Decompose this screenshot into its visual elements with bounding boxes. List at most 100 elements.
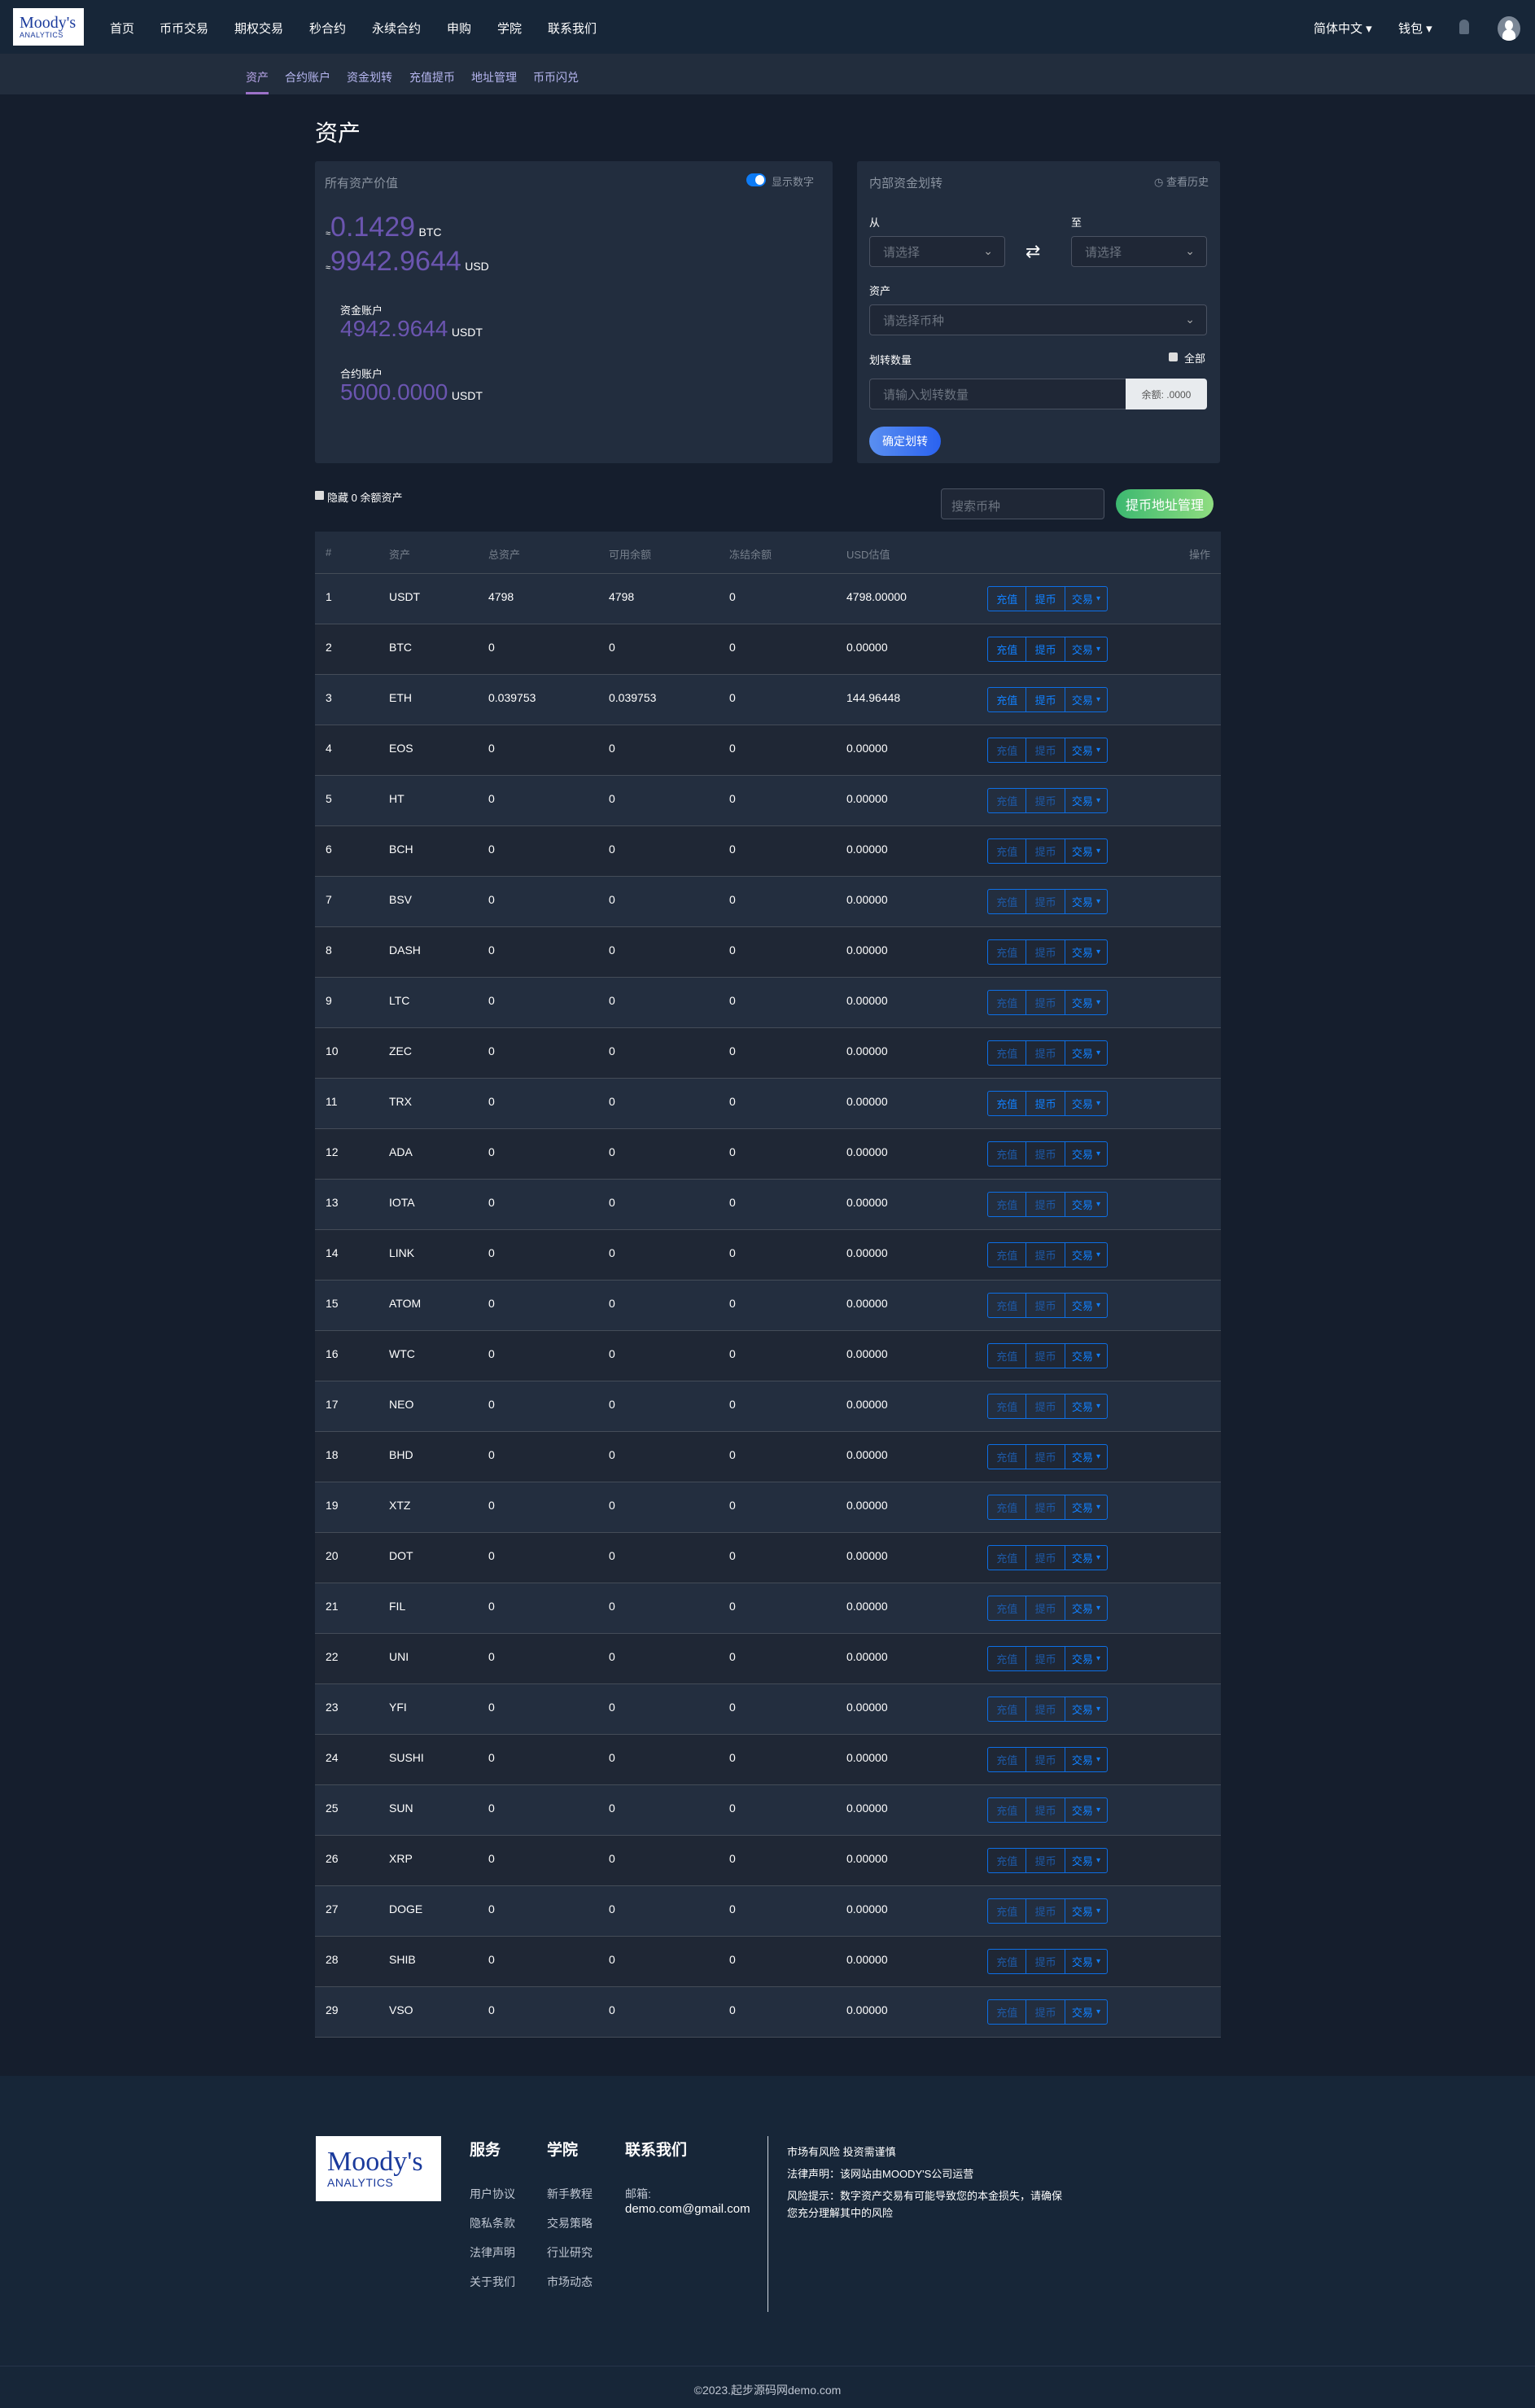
deposit-button[interactable]: 充值 bbox=[988, 1495, 1027, 1519]
withdraw-button[interactable]: 提币 bbox=[1026, 2000, 1065, 2024]
swap-icon[interactable]: ⇄ bbox=[1026, 241, 1040, 262]
withdraw-button[interactable]: 提币 bbox=[1026, 1193, 1065, 1216]
trade-dropdown-button[interactable]: 交易 ▾ bbox=[1065, 2000, 1107, 2024]
deposit-button[interactable]: 充值 bbox=[988, 1798, 1027, 1822]
trade-dropdown-button[interactable]: 交易 ▾ bbox=[1065, 1394, 1107, 1418]
trade-dropdown-button[interactable]: 交易 ▾ bbox=[1065, 839, 1107, 863]
trade-dropdown-button[interactable]: 交易 ▾ bbox=[1065, 1546, 1107, 1570]
wallet-dropdown[interactable]: 钱包 ▾ bbox=[1398, 20, 1432, 37]
all-checkbox[interactable] bbox=[1169, 352, 1178, 361]
footer-link[interactable]: 隐私条款 bbox=[470, 2215, 515, 2231]
trade-dropdown-button[interactable]: 交易 ▾ bbox=[1065, 1647, 1107, 1670]
nav-perpetual[interactable]: 永续合约 bbox=[372, 20, 421, 37]
withdraw-button[interactable]: 提币 bbox=[1026, 637, 1065, 661]
deposit-button[interactable]: 充值 bbox=[988, 688, 1027, 711]
subnav-contract-account[interactable]: 合约账户 bbox=[285, 69, 330, 85]
deposit-button[interactable]: 充值 bbox=[988, 991, 1027, 1014]
deposit-button[interactable]: 充值 bbox=[988, 890, 1027, 913]
withdraw-button[interactable]: 提币 bbox=[1026, 940, 1065, 964]
deposit-button[interactable]: 充值 bbox=[988, 1546, 1027, 1570]
deposit-button[interactable]: 充值 bbox=[988, 1647, 1027, 1670]
deposit-button[interactable]: 充值 bbox=[988, 1193, 1027, 1216]
trade-dropdown-button[interactable]: 交易 ▾ bbox=[1065, 1193, 1107, 1216]
withdraw-button[interactable]: 提币 bbox=[1026, 1849, 1065, 1872]
withdraw-button[interactable]: 提币 bbox=[1026, 1394, 1065, 1418]
withdraw-button[interactable]: 提币 bbox=[1026, 1495, 1065, 1519]
hide-zero-checkbox[interactable] bbox=[315, 491, 324, 500]
deposit-button[interactable]: 充值 bbox=[988, 637, 1027, 661]
language-dropdown[interactable]: 简体中文 ▾ bbox=[1314, 20, 1372, 37]
withdraw-address-button[interactable]: 提币地址管理 bbox=[1116, 489, 1214, 519]
withdraw-button[interactable]: 提币 bbox=[1026, 789, 1065, 812]
deposit-button[interactable]: 充值 bbox=[988, 1697, 1027, 1721]
trade-dropdown-button[interactable]: 交易 ▾ bbox=[1065, 1294, 1107, 1317]
show-numbers-toggle[interactable] bbox=[746, 173, 766, 186]
deposit-button[interactable]: 充值 bbox=[988, 1041, 1027, 1065]
subnav-flash-swap[interactable]: 币币闪兑 bbox=[533, 69, 579, 85]
withdraw-button[interactable]: 提币 bbox=[1026, 1798, 1065, 1822]
footer-link[interactable]: 交易策略 bbox=[547, 2215, 593, 2231]
deposit-button[interactable]: 充值 bbox=[988, 940, 1027, 964]
withdraw-button[interactable]: 提币 bbox=[1026, 738, 1065, 762]
deposit-button[interactable]: 充值 bbox=[988, 1950, 1027, 1973]
trade-dropdown-button[interactable]: 交易 ▾ bbox=[1065, 1344, 1107, 1368]
deposit-button[interactable]: 充值 bbox=[988, 1596, 1027, 1620]
nav-second-contract[interactable]: 秒合约 bbox=[309, 20, 346, 37]
trade-dropdown-button[interactable]: 交易 ▾ bbox=[1065, 1899, 1107, 1923]
nav-options[interactable]: 期权交易 bbox=[234, 20, 283, 37]
nav-contact[interactable]: 联系我们 bbox=[548, 20, 597, 37]
trade-dropdown-button[interactable]: 交易 ▾ bbox=[1065, 1596, 1107, 1620]
footer-link[interactable]: 关于我们 bbox=[470, 2274, 515, 2290]
deposit-button[interactable]: 充值 bbox=[988, 1899, 1027, 1923]
subnav-address[interactable]: 地址管理 bbox=[471, 69, 517, 85]
trade-dropdown-button[interactable]: 交易 ▾ bbox=[1065, 1748, 1107, 1771]
footer-link[interactable]: 法律声明 bbox=[470, 2244, 515, 2261]
trade-dropdown-button[interactable]: 交易 ▾ bbox=[1065, 1495, 1107, 1519]
withdraw-button[interactable]: 提币 bbox=[1026, 1899, 1065, 1923]
nav-home[interactable]: 首页 bbox=[110, 20, 134, 37]
withdraw-button[interactable]: 提币 bbox=[1026, 1596, 1065, 1620]
asset-select[interactable]: 请选择币种 ⌄ bbox=[869, 304, 1207, 335]
trade-dropdown-button[interactable]: 交易 ▾ bbox=[1065, 1849, 1107, 1872]
withdraw-button[interactable]: 提币 bbox=[1026, 688, 1065, 711]
withdraw-button[interactable]: 提币 bbox=[1026, 1697, 1065, 1721]
nav-subscribe[interactable]: 申购 bbox=[447, 20, 471, 37]
deposit-button[interactable]: 充值 bbox=[988, 1748, 1027, 1771]
deposit-button[interactable]: 充值 bbox=[988, 1445, 1027, 1469]
footer-link[interactable]: 用户协议 bbox=[470, 2186, 515, 2202]
avatar[interactable] bbox=[1498, 16, 1520, 41]
logo[interactable]: Moody's ANALYTICS bbox=[13, 8, 84, 46]
deposit-button[interactable]: 充值 bbox=[988, 1243, 1027, 1267]
trade-dropdown-button[interactable]: 交易 ▾ bbox=[1065, 688, 1107, 711]
trade-dropdown-button[interactable]: 交易 ▾ bbox=[1065, 991, 1107, 1014]
trade-dropdown-button[interactable]: 交易 ▾ bbox=[1065, 1142, 1107, 1166]
withdraw-button[interactable]: 提币 bbox=[1026, 587, 1065, 611]
withdraw-button[interactable]: 提币 bbox=[1026, 991, 1065, 1014]
withdraw-button[interactable]: 提币 bbox=[1026, 1142, 1065, 1166]
amount-input[interactable]: 请输入划转数量 bbox=[869, 379, 1126, 409]
subnav-fund-transfer[interactable]: 资金划转 bbox=[347, 69, 392, 85]
deposit-button[interactable]: 充值 bbox=[988, 587, 1027, 611]
deposit-button[interactable]: 充值 bbox=[988, 1142, 1027, 1166]
withdraw-button[interactable]: 提币 bbox=[1026, 1243, 1065, 1267]
deposit-button[interactable]: 充值 bbox=[988, 2000, 1027, 2024]
withdraw-button[interactable]: 提币 bbox=[1026, 1294, 1065, 1317]
view-history-link[interactable]: ◷ 查看历史 bbox=[1154, 173, 1209, 189]
deposit-button[interactable]: 充值 bbox=[988, 1849, 1027, 1872]
trade-dropdown-button[interactable]: 交易 ▾ bbox=[1065, 637, 1107, 661]
trade-dropdown-button[interactable]: 交易 ▾ bbox=[1065, 940, 1107, 964]
deposit-button[interactable]: 充值 bbox=[988, 1092, 1027, 1115]
withdraw-button[interactable]: 提币 bbox=[1026, 1950, 1065, 1973]
withdraw-button[interactable]: 提币 bbox=[1026, 890, 1065, 913]
trade-dropdown-button[interactable]: 交易 ▾ bbox=[1065, 587, 1107, 611]
footer-link[interactable]: 新手教程 bbox=[547, 2186, 593, 2202]
footer-link[interactable]: 行业研究 bbox=[547, 2244, 593, 2261]
withdraw-button[interactable]: 提币 bbox=[1026, 1041, 1065, 1065]
withdraw-button[interactable]: 提币 bbox=[1026, 1748, 1065, 1771]
trade-dropdown-button[interactable]: 交易 ▾ bbox=[1065, 789, 1107, 812]
trade-dropdown-button[interactable]: 交易 ▾ bbox=[1065, 1950, 1107, 1973]
withdraw-button[interactable]: 提币 bbox=[1026, 1445, 1065, 1469]
footer-link[interactable]: 市场动态 bbox=[547, 2274, 593, 2290]
trade-dropdown-button[interactable]: 交易 ▾ bbox=[1065, 1445, 1107, 1469]
nav-academy[interactable]: 学院 bbox=[497, 20, 522, 37]
